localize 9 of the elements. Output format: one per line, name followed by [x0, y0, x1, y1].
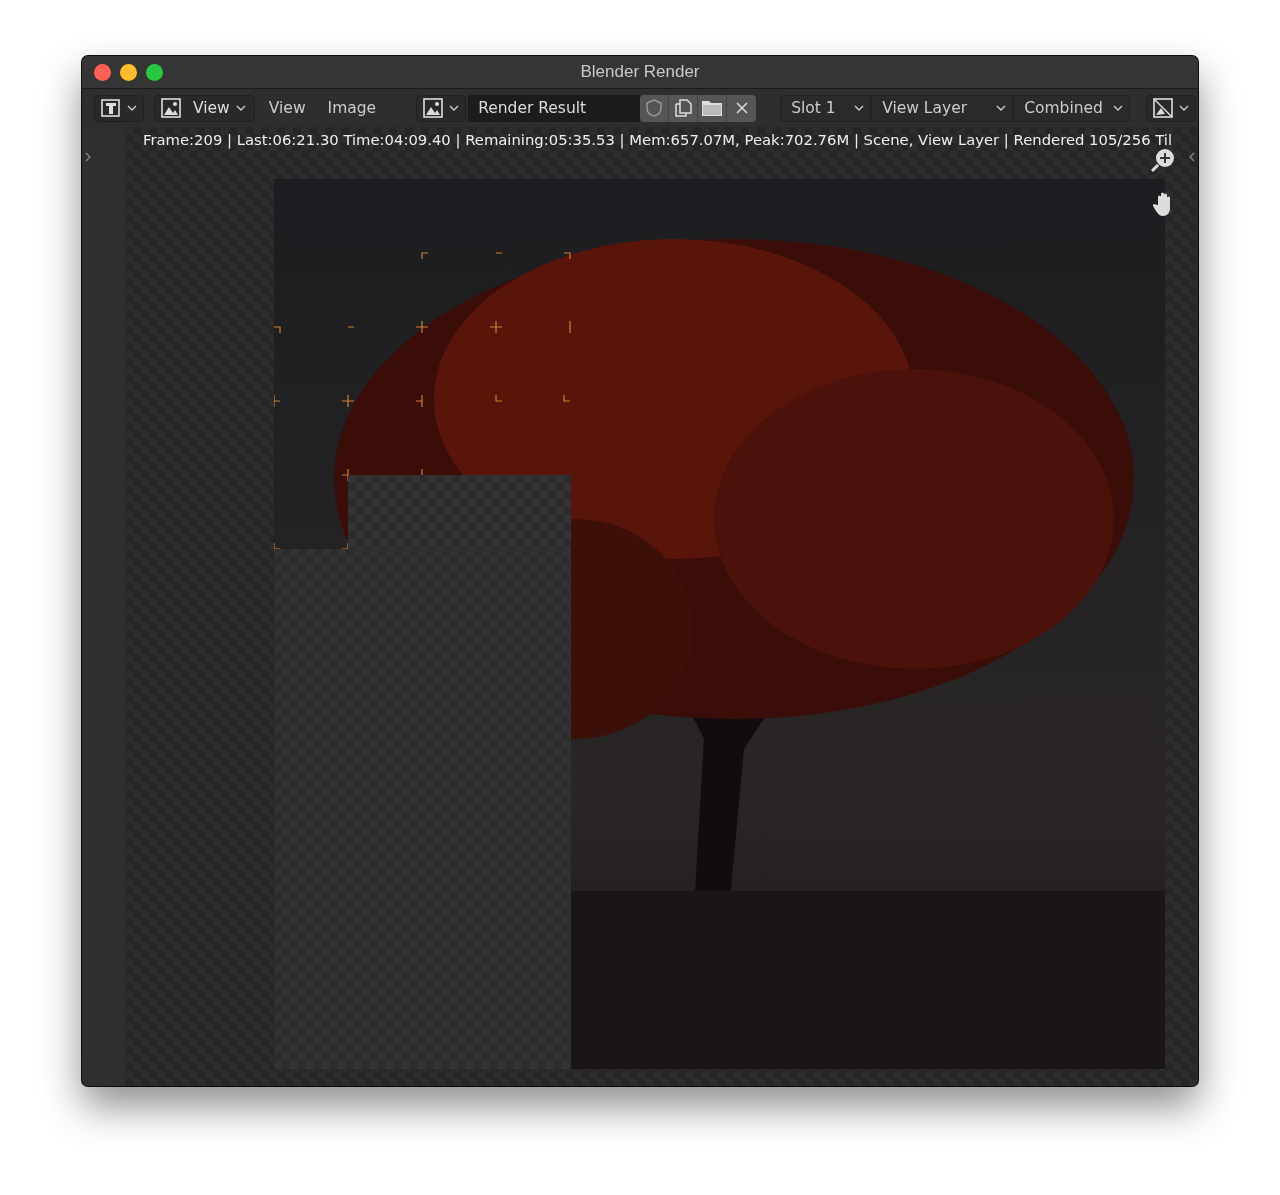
- dropdown[interactable]: View Layer: [871, 94, 1014, 122]
- window-title: Blender Render: [580, 62, 700, 81]
- image-name-field[interactable]: Render Result: [468, 94, 641, 122]
- menu-item[interactable]: Image: [319, 99, 385, 117]
- menu-item[interactable]: View: [260, 99, 314, 117]
- view-mode-dropdown[interactable]: View: [154, 94, 255, 122]
- dropdown[interactable]: Slot 1: [780, 94, 872, 122]
- dropdown[interactable]: Combined: [1013, 94, 1131, 122]
- render-status-text: Frame:209 | Last:06:21.30 Time:04:09.40 | Remaining:05:35.53 | Mem:657.07M, Peak:702.76M | Scene, View Layer | Rendered 105/256 Til: [143, 131, 1173, 148]
